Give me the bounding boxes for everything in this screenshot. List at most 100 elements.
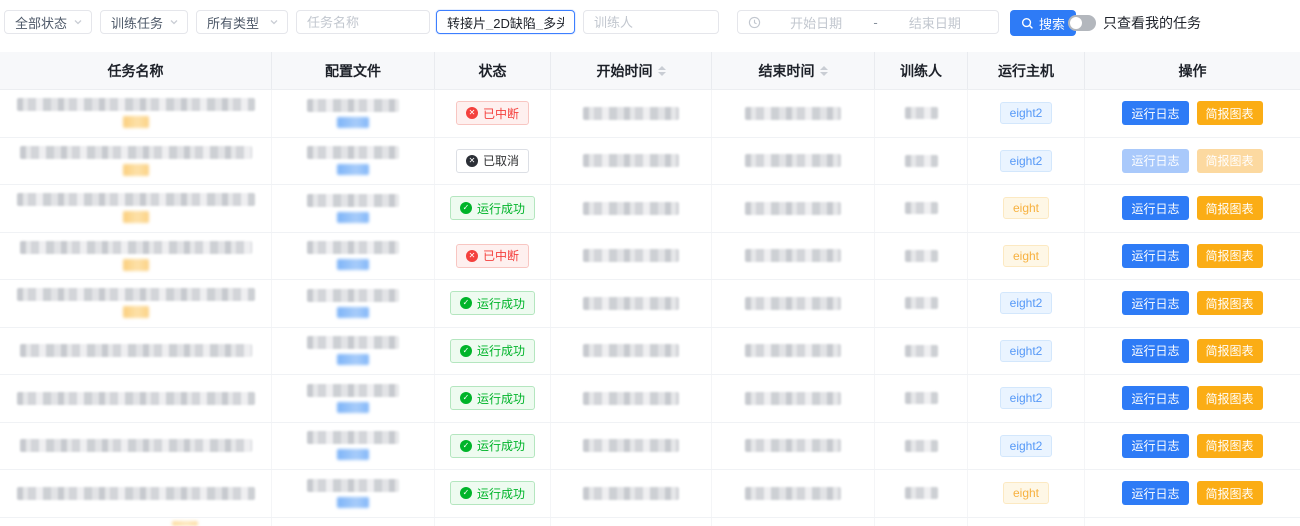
my-tasks-toggle[interactable] bbox=[1068, 15, 1096, 31]
run-log-button[interactable]: 运行日志 bbox=[1122, 481, 1188, 505]
host-badge: eight bbox=[1003, 197, 1049, 219]
model-search-input-wrap bbox=[436, 10, 575, 34]
redacted-config-link bbox=[337, 402, 369, 413]
actions-cell: 运行日志简报图表 bbox=[1085, 328, 1300, 375]
task-name-input-wrap bbox=[296, 10, 430, 34]
redacted-task-name bbox=[17, 193, 255, 206]
report-chart-button[interactable]: 简报图表 bbox=[1197, 196, 1263, 220]
sort-icon[interactable] bbox=[658, 66, 666, 76]
empty-cell bbox=[968, 518, 1085, 526]
redacted-trainer bbox=[905, 155, 938, 167]
status-cell: ✕已中断 bbox=[435, 90, 551, 137]
task-name-cell bbox=[0, 90, 272, 137]
report-chart-button[interactable]: 简报图表 bbox=[1197, 434, 1263, 458]
redacted-start-time bbox=[583, 439, 679, 452]
report-chart-button[interactable]: 简报图表 bbox=[1197, 339, 1263, 363]
start-time-cell bbox=[551, 328, 712, 375]
table-row: ✓运行成功 eight2 运行日志简报图表 bbox=[0, 375, 1300, 423]
redacted-task-tag bbox=[123, 259, 149, 271]
column-header-status: 状态 bbox=[435, 52, 551, 89]
task-name-input[interactable] bbox=[307, 15, 419, 30]
redacted-task-name bbox=[20, 241, 252, 254]
caret-up-icon bbox=[820, 66, 828, 70]
host-badge: eight2 bbox=[1000, 340, 1053, 362]
category-filter-select[interactable]: 所有类型 bbox=[196, 10, 288, 34]
redacted-config-name bbox=[307, 479, 399, 492]
redacted-config-link bbox=[337, 307, 369, 318]
redacted-config-name bbox=[307, 336, 399, 349]
model-search-input[interactable] bbox=[447, 15, 564, 30]
redacted-end-time bbox=[745, 344, 841, 357]
end-date-placeholder[interactable]: 结束日期 bbox=[882, 13, 988, 32]
search-icon bbox=[1021, 17, 1034, 30]
report-chart-button[interactable]: 简报图表 bbox=[1197, 386, 1263, 410]
empty-cell bbox=[875, 518, 968, 526]
chevron-down-icon bbox=[169, 17, 179, 27]
x-circle-icon: ✕ bbox=[466, 107, 478, 119]
run-log-button[interactable]: 运行日志 bbox=[1122, 291, 1188, 315]
trainer-input[interactable] bbox=[594, 15, 708, 30]
task-type-filter-select[interactable]: 训练任务 bbox=[100, 10, 188, 34]
config-file-cell bbox=[272, 375, 435, 422]
trainer-cell bbox=[875, 233, 968, 280]
actions-cell: 运行日志简报图表 bbox=[1085, 423, 1300, 470]
trainer-input-wrap bbox=[583, 10, 719, 34]
run-log-button[interactable]: 运行日志 bbox=[1122, 196, 1188, 220]
column-header-start-time[interactable]: 开始时间 bbox=[551, 52, 712, 89]
status-label: 已中断 bbox=[483, 247, 519, 264]
status-cell: ✓运行成功 bbox=[435, 375, 551, 422]
end-time-cell bbox=[712, 423, 875, 470]
table-row: ✓运行成功eight运行日志简报图表 bbox=[0, 470, 1300, 518]
run-log-button[interactable]: 运行日志 bbox=[1122, 386, 1188, 410]
status-badge: ✕已中断 bbox=[456, 244, 529, 268]
run-log-button: 运行日志 bbox=[1122, 149, 1188, 173]
report-chart-button[interactable]: 简报图表 bbox=[1197, 481, 1263, 505]
task-name-cell bbox=[0, 423, 272, 470]
status-filter-select[interactable]: 全部状态 bbox=[4, 10, 92, 34]
status-badge: ✓运行成功 bbox=[450, 481, 535, 505]
redacted-end-time bbox=[745, 107, 841, 120]
report-chart-button: 简报图表 bbox=[1197, 149, 1263, 173]
run-log-button[interactable]: 运行日志 bbox=[1122, 339, 1188, 363]
host-badge: eight2 bbox=[1000, 387, 1053, 409]
end-time-cell bbox=[712, 233, 875, 280]
config-file-cell bbox=[272, 470, 435, 517]
clock-icon bbox=[748, 16, 761, 29]
status-label: 运行成功 bbox=[477, 485, 525, 502]
status-label: 运行成功 bbox=[477, 342, 525, 359]
run-log-button[interactable]: 运行日志 bbox=[1122, 101, 1188, 125]
redacted-trainer bbox=[905, 297, 938, 309]
column-header-end-time[interactable]: 结束时间 bbox=[712, 52, 875, 89]
redacted-config-name bbox=[307, 431, 399, 444]
sort-icon[interactable] bbox=[820, 66, 828, 76]
end-time-cell bbox=[712, 90, 875, 137]
search-button[interactable]: 搜索 bbox=[1010, 10, 1076, 36]
redacted-task-tag bbox=[123, 306, 149, 318]
start-date-placeholder[interactable]: 开始日期 bbox=[763, 13, 869, 32]
table-header: 任务名称配置文件状态开始时间结束时间训练人运行主机操作 bbox=[0, 52, 1300, 90]
host-badge: eight2 bbox=[1000, 292, 1053, 314]
column-header-label: 运行主机 bbox=[998, 61, 1054, 81]
status-label: 运行成功 bbox=[477, 390, 525, 407]
empty-cell bbox=[551, 518, 712, 526]
status-filter-value: 全部状态 bbox=[15, 13, 67, 32]
report-chart-button[interactable]: 简报图表 bbox=[1197, 244, 1263, 268]
actions-cell: 运行日志简报图表 bbox=[1085, 470, 1300, 517]
start-time-cell bbox=[551, 423, 712, 470]
status-badge: ✓运行成功 bbox=[450, 386, 535, 410]
category-filter-value: 所有类型 bbox=[207, 13, 259, 32]
report-chart-button[interactable]: 简报图表 bbox=[1197, 101, 1263, 125]
status-badge: ✕已取消 bbox=[456, 149, 529, 173]
task-name-cell bbox=[0, 375, 272, 422]
check-circle-icon: ✓ bbox=[460, 440, 472, 452]
run-log-button[interactable]: 运行日志 bbox=[1122, 434, 1188, 458]
status-label: 运行成功 bbox=[477, 200, 525, 217]
report-chart-button[interactable]: 简报图表 bbox=[1197, 291, 1263, 315]
run-log-button[interactable]: 运行日志 bbox=[1122, 244, 1188, 268]
redacted-config-link bbox=[337, 212, 369, 223]
redacted-task-tag bbox=[172, 521, 198, 526]
redacted-config-link bbox=[337, 354, 369, 365]
task-name-cell bbox=[0, 233, 272, 280]
date-range-picker[interactable]: 开始日期 - 结束日期 bbox=[737, 10, 999, 34]
redacted-start-time bbox=[583, 297, 679, 310]
